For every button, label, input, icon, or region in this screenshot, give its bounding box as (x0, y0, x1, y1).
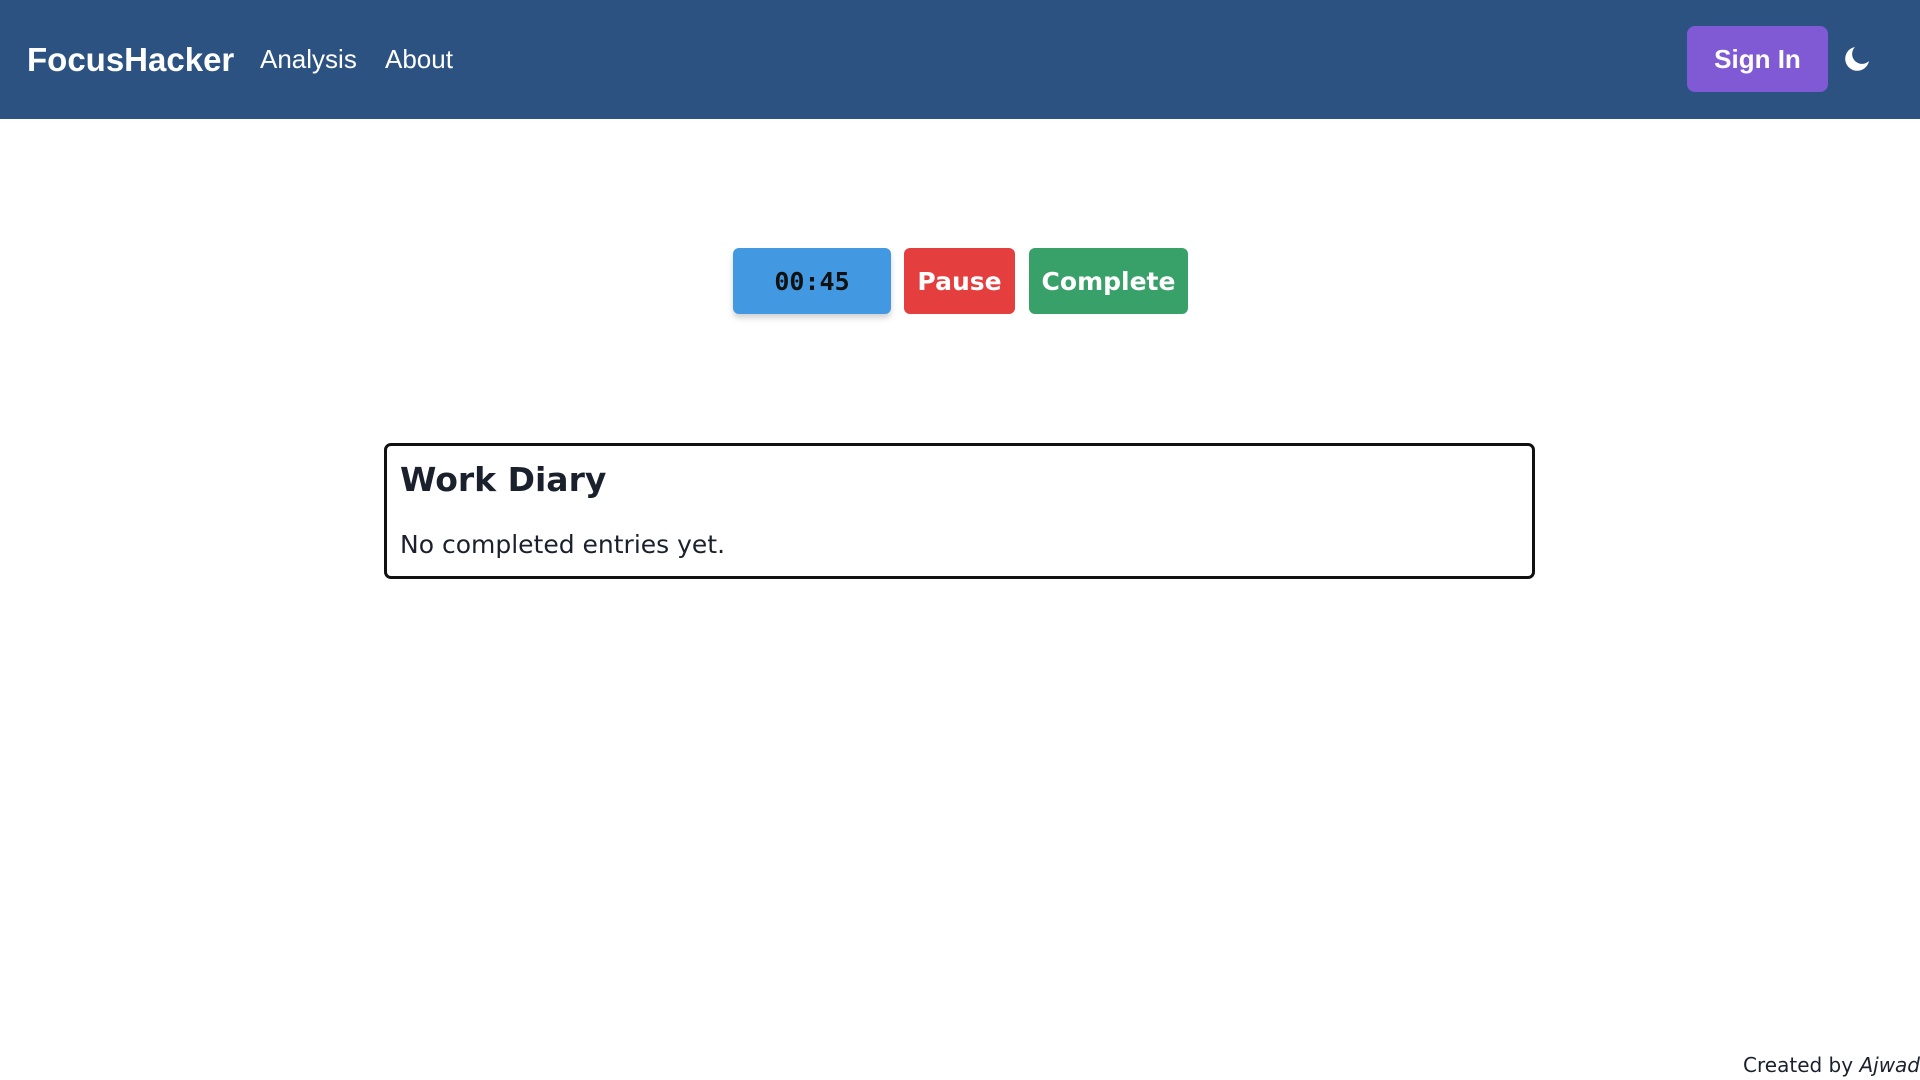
complete-button[interactable]: Complete (1029, 248, 1188, 314)
work-diary-panel: Work Diary No completed entries yet. (384, 443, 1535, 579)
top-navbar: FocusHacker Analysis About Sign In (0, 0, 1920, 119)
brand-logo[interactable]: FocusHacker (27, 40, 234, 80)
nav-link-analysis[interactable]: Analysis (260, 42, 357, 76)
pause-button[interactable]: Pause (904, 248, 1015, 314)
footer-credit: Created by Ajwad (1743, 1052, 1920, 1078)
work-diary-empty-message: No completed entries yet. (400, 530, 726, 559)
nav-link-about[interactable]: About (385, 42, 453, 76)
footer-author: Ajwad (1859, 1053, 1920, 1077)
moon-icon (1845, 47, 1869, 71)
sign-in-button[interactable]: Sign In (1687, 26, 1828, 92)
timer-display-button[interactable]: 00:45 (733, 248, 891, 314)
work-diary-title: Work Diary (400, 460, 607, 499)
theme-toggle-button[interactable] (1842, 44, 1872, 74)
footer-prefix: Created by (1743, 1053, 1854, 1077)
